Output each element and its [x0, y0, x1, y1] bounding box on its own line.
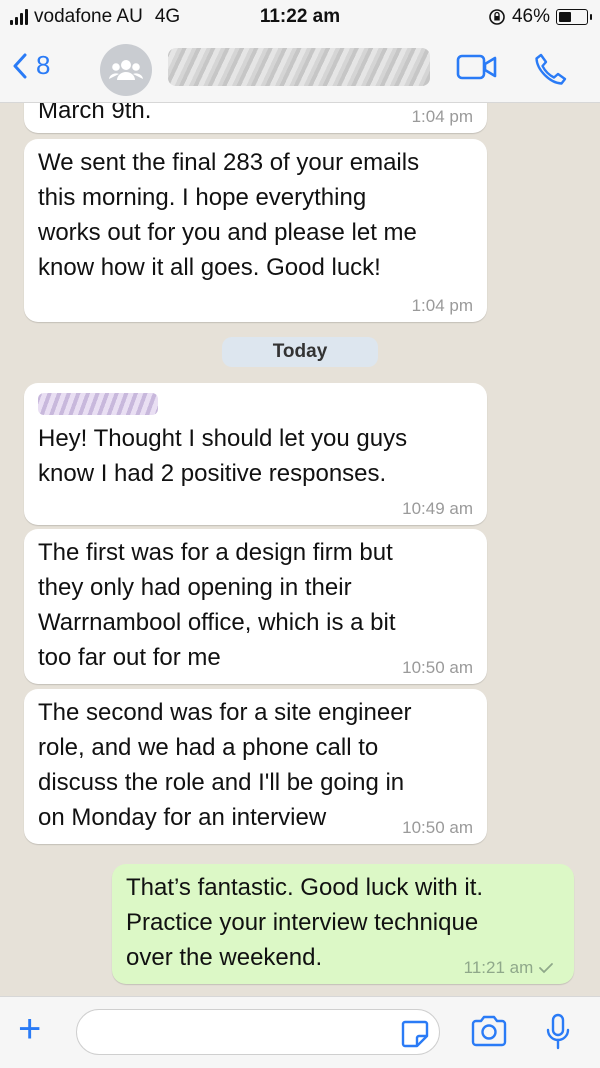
- message-time: 1:04 pm: [411, 107, 473, 126]
- phone-call-icon[interactable]: [532, 52, 568, 86]
- battery-icon: [556, 9, 592, 25]
- message-text: The first was for a design firm but they…: [38, 539, 396, 671]
- composer-bar: +: [0, 996, 600, 1068]
- message-time: 10:49 am: [402, 499, 473, 518]
- chat-header: 8: [0, 34, 600, 103]
- back-button[interactable]: 8: [12, 50, 50, 81]
- message-time: 10:50 am: [402, 818, 473, 837]
- message-time-label: 11:21 am: [463, 958, 534, 977]
- message-text: Hey! Thought I should let you guys know …: [38, 425, 408, 487]
- message-bubble[interactable]: We sent the final 283 of your emails thi…: [24, 139, 487, 322]
- redacted-sender-name: [38, 393, 158, 415]
- message-bubble-outgoing[interactable]: That’s fantastic. Good luck with it. Pra…: [112, 864, 574, 984]
- message-text: The second was for a site engineer role,…: [38, 699, 412, 831]
- message-bubble[interactable]: The second was for a site engineer role,…: [24, 689, 487, 844]
- group-avatar-icon[interactable]: [100, 44, 152, 96]
- message-input[interactable]: [76, 1009, 440, 1055]
- chat-messages[interactable]: March 9th. 1:04 pm We sent the final 283…: [0, 103, 600, 996]
- back-chevron-icon: [13, 53, 27, 78]
- sticker-icon[interactable]: [400, 1019, 430, 1049]
- day-separator: Today: [222, 337, 378, 367]
- message-time: 10:50 am: [402, 658, 473, 677]
- video-call-icon[interactable]: [456, 52, 498, 82]
- message-bubble[interactable]: The first was for a design firm but they…: [24, 529, 487, 684]
- message-bubble[interactable]: March 9th. 1:04 pm: [24, 103, 487, 133]
- status-right: 46%: [488, 6, 592, 28]
- microphone-icon[interactable]: [545, 1013, 571, 1051]
- plus-icon[interactable]: +: [18, 1007, 41, 1051]
- orientation-lock-icon: [489, 9, 505, 25]
- battery-percent: 46%: [511, 6, 550, 27]
- unread-count: 8: [36, 50, 51, 80]
- redacted-chat-title[interactable]: [168, 48, 430, 86]
- delivered-check-icon: [539, 963, 553, 974]
- status-bar: vodafone AU 4G 11:22 am 46%: [0, 0, 600, 34]
- message-time: 1:04 pm: [411, 296, 473, 315]
- message-text: We sent the final 283 of your emails thi…: [38, 149, 420, 281]
- camera-icon[interactable]: [470, 1015, 508, 1047]
- message-time: 11:21 am: [464, 958, 554, 978]
- message-text: March 9th.: [38, 103, 152, 124]
- message-bubble[interactable]: Hey! Thought I should let you guys know …: [24, 383, 487, 525]
